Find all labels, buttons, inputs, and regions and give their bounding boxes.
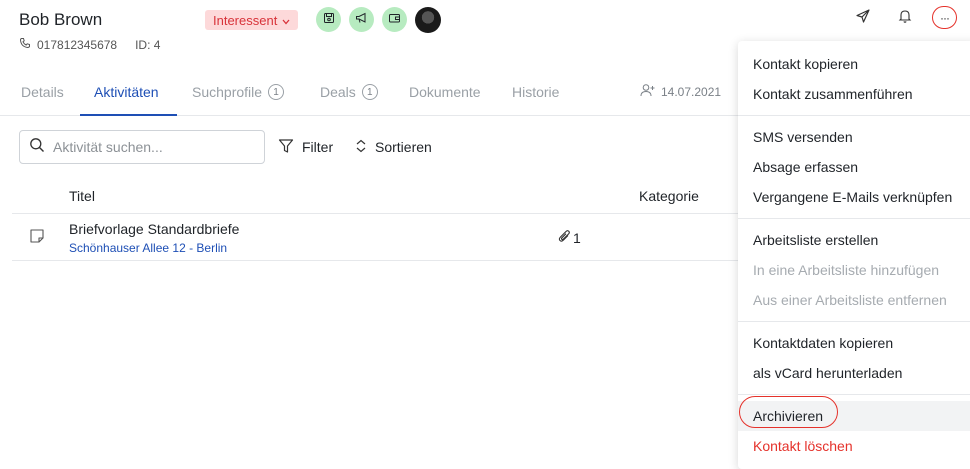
menu-item-kontakt-zusammenfuehren[interactable]: Kontakt zusammenführen	[738, 79, 970, 109]
created-date: 14.07.2021	[640, 83, 721, 100]
note-icon	[29, 228, 45, 249]
menu-item-kontaktdaten-kopieren[interactable]: Kontaktdaten kopieren	[738, 328, 970, 358]
sort-label: Sortieren	[375, 139, 432, 155]
menu-item-arbeitsliste-erstellen[interactable]: Arbeitsliste erstellen	[738, 225, 970, 255]
table-header: Titel Kategorie	[12, 180, 740, 214]
tab-dokumente[interactable]: Dokumente	[409, 82, 481, 102]
activity-search[interactable]	[19, 130, 265, 164]
tab-deals[interactable]: Deals 1	[320, 82, 378, 102]
menu-item-arbeitsliste-entfernen: Aus einer Arbeitsliste entfernen	[753, 292, 947, 308]
search-input[interactable]	[53, 139, 253, 155]
menu-divider	[738, 394, 970, 395]
menu-item-archivieren[interactable]: Archivieren	[738, 401, 970, 431]
attachment-count-value: 1	[573, 230, 581, 246]
save-icon	[323, 11, 335, 29]
tab-label: Aktivitäten	[94, 84, 159, 100]
tab-suchprofile[interactable]: Suchprofile 1	[192, 82, 285, 102]
menu-item-absage-erfassen[interactable]: Absage erfassen	[738, 152, 970, 182]
more-actions-menu: Kontakt kopieren Kontakt zusammenführen …	[738, 41, 970, 469]
tab-details[interactable]: Details	[21, 82, 64, 102]
tab-label: Dokumente	[409, 84, 481, 100]
tab-bar: Details Aktivitäten Suchprofile 1 Deals …	[0, 70, 740, 116]
sort-button[interactable]: Sortieren	[355, 137, 432, 157]
row-property-link[interactable]: Schönhauser Allee 12 - Berlin	[69, 241, 227, 255]
menu-item-kontakt-loeschen[interactable]: Kontakt löschen	[738, 431, 970, 461]
send-button[interactable]	[851, 7, 875, 29]
menu-item-kontakt-kopieren[interactable]: Kontakt kopieren	[738, 49, 970, 79]
active-tab-indicator	[80, 114, 177, 116]
wallet-icon	[388, 11, 401, 29]
megaphone-icon	[355, 11, 368, 29]
tab-count-badge: 1	[361, 84, 378, 100]
filter-label: Filter	[302, 139, 334, 155]
contact-id: ID: 4	[135, 37, 161, 52]
menu-item-vcard-herunterladen[interactable]: als vCard herunterladen	[738, 358, 970, 388]
created-date-value: 14.07.2021	[661, 84, 722, 99]
table-row[interactable]: Briefvorlage Standardbriefe Schönhauser …	[12, 214, 740, 261]
menu-item-sms-versenden[interactable]: SMS versenden	[738, 122, 970, 152]
menu-divider	[738, 218, 970, 219]
contact-name: Bob Brown	[19, 10, 103, 29]
campaign-button[interactable]	[349, 7, 374, 32]
send-icon	[855, 8, 871, 29]
paperclip-icon	[558, 229, 571, 247]
user-add-icon	[640, 83, 656, 100]
column-header-titel[interactable]: Titel	[69, 188, 95, 204]
filter-icon	[278, 138, 294, 157]
tab-label: Deals	[320, 84, 356, 100]
menu-item-arbeitsliste-hinzufuegen: In eine Arbeitsliste hinzufügen	[753, 262, 940, 278]
tab-historie[interactable]: Historie	[512, 82, 559, 102]
tab-label: Details	[21, 84, 64, 100]
avatar[interactable]	[415, 7, 441, 33]
menu-divider	[738, 321, 970, 322]
chevron-down-icon	[282, 13, 290, 28]
row-title: Briefvorlage Standardbriefe	[69, 221, 240, 237]
menu-divider	[738, 115, 970, 116]
tab-label: Historie	[512, 84, 560, 100]
tab-label: Suchprofile	[192, 84, 263, 100]
attachment-count: 1	[558, 229, 581, 247]
tab-count-badge: 1	[268, 84, 285, 100]
more-button[interactable]: ···	[932, 6, 957, 29]
contact-meta: 017812345678 ID: 4	[19, 37, 160, 52]
search-icon	[29, 137, 45, 158]
save-button[interactable]	[316, 7, 341, 32]
filter-button[interactable]: Filter	[278, 137, 333, 157]
bell-icon	[898, 8, 912, 29]
status-badge[interactable]: Interessent	[205, 10, 299, 30]
phone-icon	[19, 37, 31, 52]
menu-item-emails-verknuepfen[interactable]: Vergangene E-Mails verknüpfen	[738, 182, 970, 212]
status-label: Interessent	[213, 12, 278, 28]
wallet-button[interactable]	[382, 7, 407, 32]
tab-aktivitaeten[interactable]: Aktivitäten	[94, 82, 159, 102]
notifications-button[interactable]	[893, 7, 917, 29]
column-header-kategorie[interactable]: Kategorie	[639, 188, 699, 204]
more-icon: ···	[940, 10, 950, 25]
contact-phone[interactable]: 017812345678	[37, 38, 117, 52]
sort-icon	[355, 139, 367, 156]
